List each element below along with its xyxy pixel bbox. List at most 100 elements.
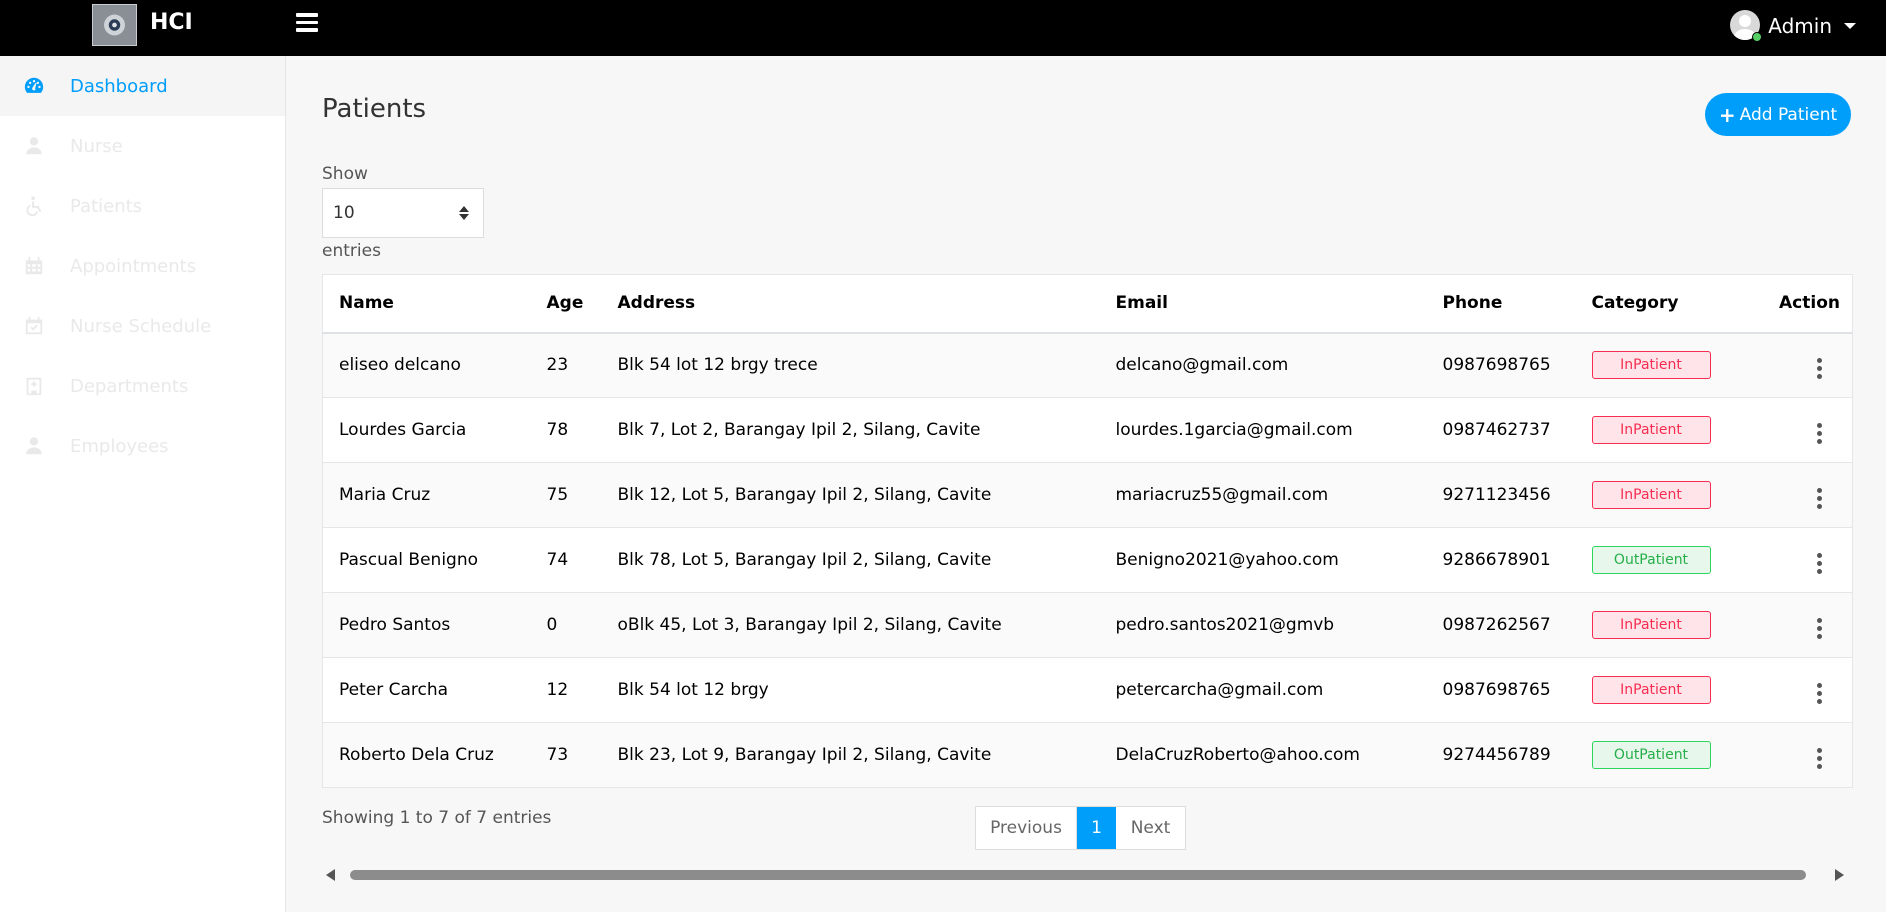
column-header-address[interactable]: Address xyxy=(601,274,1100,334)
cell-action xyxy=(1735,657,1853,723)
entries-info: Showing 1 to 7 of 7 entries xyxy=(322,808,552,828)
table-row: Roberto Dela Cruz 73 Blk 23, Lot 9, Bara… xyxy=(322,722,1853,788)
sidebar-item-departments[interactable]: Departments xyxy=(0,356,285,416)
cell-age: 74 xyxy=(530,527,602,593)
sidebar-item-patients[interactable]: Patients xyxy=(0,176,285,236)
more-options-icon[interactable] xyxy=(1809,614,1830,643)
cell-name: Lourdes Garcia xyxy=(322,397,531,463)
cell-action xyxy=(1735,527,1853,593)
table-row: Maria Cruz 75 Blk 12, Lot 5, Barangay Ip… xyxy=(322,462,1853,528)
cell-category: InPatient xyxy=(1575,397,1736,463)
avatar xyxy=(1730,10,1763,42)
sidebar-item-appointments[interactable]: Appointments xyxy=(0,236,285,296)
add-patient-button[interactable]: + Add Patient xyxy=(1705,93,1851,136)
table-header-row: Name Age Address Email Phone Category Ac… xyxy=(322,274,1853,334)
cell-name: eliseo delcano xyxy=(322,332,531,398)
pagination-page-1[interactable]: 1 xyxy=(1077,807,1116,849)
more-options-icon[interactable] xyxy=(1809,679,1830,708)
cell-action xyxy=(1735,462,1853,528)
column-header-age[interactable]: Age xyxy=(530,274,602,334)
cell-email: pedro.santos2021@gmvb xyxy=(1099,592,1427,658)
cell-email: Benigno2021@yahoo.com xyxy=(1099,527,1427,593)
cell-address: Blk 54 lot 12 brgy trece xyxy=(601,332,1100,398)
cell-phone: 0987698765 xyxy=(1426,332,1576,398)
user-menu[interactable]: Admin xyxy=(1730,10,1856,42)
status-badge: InPatient xyxy=(1591,611,1711,639)
cell-address: oBlk 45, Lot 3, Barangay Ipil 2, Silang,… xyxy=(601,592,1100,658)
column-header-email[interactable]: Email xyxy=(1099,274,1427,334)
sidebar-item-label: Dashboard xyxy=(70,75,168,97)
cell-phone: 9286678901 xyxy=(1426,527,1576,593)
dashboard-icon xyxy=(22,74,46,98)
sidebar-item-nurse[interactable]: Nurse xyxy=(0,116,285,176)
pagination-previous[interactable]: Previous xyxy=(976,807,1077,849)
horizontal-scrollbar[interactable] xyxy=(322,864,1852,886)
scroll-right-icon[interactable] xyxy=(1835,869,1844,881)
hospital-icon xyxy=(22,374,46,398)
column-header-name[interactable]: Name xyxy=(322,274,531,334)
column-header-action: Action xyxy=(1735,274,1853,334)
entries-select-value: 10 xyxy=(333,203,355,223)
status-badge: InPatient xyxy=(1591,481,1711,509)
cell-name: Maria Cruz xyxy=(322,462,531,528)
cell-email: delcano@gmail.com xyxy=(1099,332,1427,398)
more-options-icon[interactable] xyxy=(1809,419,1830,448)
sidebar-item-employees[interactable]: Employees xyxy=(0,416,285,476)
pagination: Previous 1 Next xyxy=(975,806,1186,850)
cell-phone: 0987698765 xyxy=(1426,657,1576,723)
entries-select[interactable]: 10 xyxy=(322,188,484,238)
sidebar-item-label: Employees xyxy=(70,435,169,457)
status-badge: InPatient xyxy=(1591,416,1711,444)
cell-email: DelaCruzRoberto@ahoo.com xyxy=(1099,722,1427,788)
cell-category: InPatient xyxy=(1575,657,1736,723)
cell-name: Pedro Santos xyxy=(322,592,531,658)
cell-phone: 0987462737 xyxy=(1426,397,1576,463)
sidebar-item-dashboard[interactable]: Dashboard xyxy=(0,56,285,116)
cell-age: 78 xyxy=(530,397,602,463)
status-badge: OutPatient xyxy=(1591,546,1711,574)
status-badge: InPatient xyxy=(1591,676,1711,704)
more-options-icon[interactable] xyxy=(1809,744,1830,773)
more-options-icon[interactable] xyxy=(1809,549,1830,578)
cell-category: InPatient xyxy=(1575,462,1736,528)
menu-toggle-icon[interactable] xyxy=(296,13,318,33)
scrollbar-thumb[interactable] xyxy=(350,870,1806,880)
scroll-left-icon[interactable] xyxy=(326,869,335,881)
cell-age: 75 xyxy=(530,462,602,528)
sidebar: Dashboard Nurse Patients Appointments Nu… xyxy=(0,56,286,912)
sidebar-item-label: Nurse xyxy=(70,135,123,157)
patients-table-wrap: Name Age Address Email Phone Category Ac… xyxy=(322,274,1853,788)
add-patient-label: Add Patient xyxy=(1739,104,1838,125)
cell-name: Pascual Benigno xyxy=(322,527,531,593)
column-header-phone[interactable]: Phone xyxy=(1426,274,1576,334)
cell-age: 0 xyxy=(530,592,602,658)
entries-label: entries xyxy=(322,241,381,261)
top-header: HCI Admin xyxy=(0,0,1886,56)
status-badge: InPatient xyxy=(1591,351,1711,380)
cell-email: petercarcha@gmail.com xyxy=(1099,657,1427,723)
cell-address: Blk 7, Lot 2, Barangay Ipil 2, Silang, C… xyxy=(601,397,1100,463)
cell-action xyxy=(1735,592,1853,658)
sidebar-item-label: Appointments xyxy=(70,255,197,277)
cell-phone: 0987262567 xyxy=(1426,592,1576,658)
sidebar-item-label: Departments xyxy=(70,375,189,397)
column-header-category[interactable]: Category xyxy=(1575,274,1736,334)
brand-name[interactable]: HCI xyxy=(150,10,193,35)
more-options-icon[interactable] xyxy=(1809,484,1830,513)
calendar-check-icon xyxy=(22,314,46,338)
sidebar-item-label: Nurse Schedule xyxy=(70,315,212,337)
chevron-down-icon xyxy=(1844,23,1856,29)
sort-arrows-icon xyxy=(459,206,469,220)
pagination-next[interactable]: Next xyxy=(1116,807,1185,849)
wheelchair-icon xyxy=(22,194,46,218)
calendar-icon xyxy=(22,254,46,278)
logo-icon[interactable] xyxy=(92,4,137,46)
sidebar-item-nurse-schedule[interactable]: Nurse Schedule xyxy=(0,296,285,356)
table-row: Pedro Santos 0 oBlk 45, Lot 3, Barangay … xyxy=(322,592,1853,658)
cell-age: 12 xyxy=(530,657,602,723)
cell-address: Blk 12, Lot 5, Barangay Ipil 2, Silang, … xyxy=(601,462,1100,528)
cell-name: Peter Carcha xyxy=(322,657,531,723)
patients-table: Name Age Address Email Phone Category Ac… xyxy=(322,274,1853,788)
cell-action xyxy=(1735,722,1853,788)
more-options-icon[interactable] xyxy=(1809,354,1830,383)
